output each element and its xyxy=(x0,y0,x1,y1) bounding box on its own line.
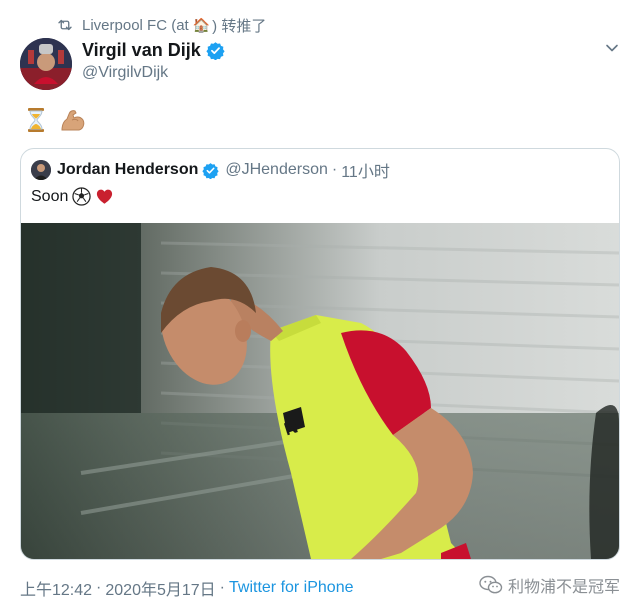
flexed-biceps-icon xyxy=(61,110,85,131)
quoted-tweet-card[interactable]: Jordan Henderson @JHenderson · 11小时 Soon xyxy=(20,148,620,560)
house-emoji: 🏠 xyxy=(192,16,211,33)
quoted-text-soon: Soon xyxy=(31,187,69,205)
watermark-text: 利物浦不是冠军 xyxy=(507,579,620,596)
avatar-image xyxy=(20,38,72,90)
tweet-source-link[interactable]: Twitter for iPhone xyxy=(229,579,354,597)
chevron-down-icon[interactable] xyxy=(604,40,620,56)
author-name-row[interactable]: Virgil van Dijk xyxy=(82,40,225,61)
hourglass-icon xyxy=(28,108,44,132)
quoted-display-name: Jordan Henderson xyxy=(57,161,199,178)
quoted-tweet-header: Jordan Henderson @JHenderson · 11小时 xyxy=(31,159,390,181)
quoted-timestamp: 11小时 xyxy=(341,164,390,181)
separator-dot: · xyxy=(219,579,225,596)
verified-badge-icon xyxy=(206,42,225,60)
soccer-ball-icon xyxy=(72,187,92,206)
avatar[interactable] xyxy=(20,38,72,90)
retweeter-label: Liverpool FC (at xyxy=(82,16,189,34)
tweet-date[interactable]: 2020年5月17日 xyxy=(105,576,215,600)
tweet-metadata: 上午12:42 · 2020年5月17日 · Twitter for iPhon… xyxy=(20,576,354,600)
retweet-indicator[interactable]: Liverpool FC (at 🏠 ) 转推了 xyxy=(56,14,266,36)
tweet-text xyxy=(22,106,86,134)
tweet-time[interactable]: 上午12:42 xyxy=(20,576,92,600)
separator-dot: · xyxy=(331,161,338,178)
retweet-suffix: ) 转推了 xyxy=(212,17,267,35)
quoted-handle: @JHenderson xyxy=(225,161,328,178)
author-display-name[interactable]: Virgil van Dijk xyxy=(82,40,201,61)
red-heart-icon xyxy=(97,189,113,204)
separator-dot: · xyxy=(96,579,102,596)
quoted-tweet-text: Soon xyxy=(31,187,114,206)
watermark: 利物浦不是冠军 xyxy=(479,573,620,597)
quoted-avatar xyxy=(31,160,51,180)
retweet-icon xyxy=(58,19,72,31)
author-handle[interactable]: @VirgilvDijk xyxy=(82,64,168,82)
wechat-icon xyxy=(479,575,503,594)
verified-badge-icon xyxy=(202,162,220,179)
tweet-photo[interactable]: N xyxy=(21,223,619,559)
